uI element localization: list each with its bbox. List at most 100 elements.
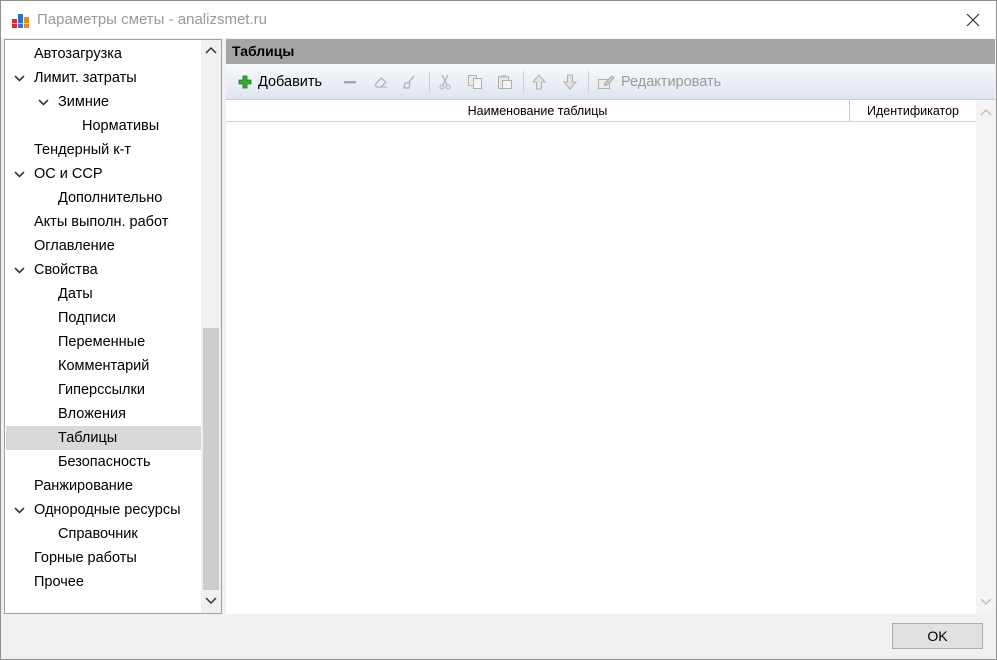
tree-item[interactable]: Таблицы — [6, 426, 202, 450]
tree-item-label: Акты выполн. работ — [34, 214, 169, 230]
move-down-button[interactable] — [563, 71, 577, 93]
tree-item-label: Дополнительно — [58, 190, 163, 206]
chevron-up-icon — [205, 46, 217, 54]
close-button[interactable] — [950, 1, 996, 38]
toolbar: Добавить Редактировать — [226, 64, 995, 100]
tree-item-label: Вложения — [58, 406, 126, 422]
edit-button[interactable]: Редактировать — [597, 71, 721, 93]
toolbar-separator — [588, 71, 589, 93]
arrow-up-icon — [532, 74, 546, 90]
title-bar: Параметры сметы - analizsmet.ru — [1, 1, 996, 38]
window-title: Параметры сметы - analizsmet.ru — [37, 11, 267, 28]
tree-item[interactable]: Зимние — [6, 90, 202, 114]
tree-item-label: Автозагрузка — [34, 46, 122, 62]
move-up-button[interactable] — [532, 71, 546, 93]
panel-title: Таблицы — [226, 39, 995, 64]
tree-item-label: ОС и ССР — [34, 166, 103, 182]
tree-item[interactable]: Горные работы — [6, 546, 202, 570]
chevron-down-icon[interactable] — [11, 258, 27, 282]
paste-icon — [498, 75, 512, 89]
chevron-down-icon[interactable] — [11, 66, 27, 90]
column-header-name[interactable]: Наименование таблицы — [226, 100, 849, 122]
grid-scrollbar[interactable] — [976, 100, 995, 614]
tree-item[interactable]: Гиперссылки — [6, 378, 202, 402]
chevron-down-icon[interactable] — [11, 162, 27, 186]
plus-icon — [238, 75, 252, 89]
chevron-down-icon — [205, 597, 217, 605]
dialog-window: Параметры сметы - analizsmet.ru Прочее Го… — [0, 0, 997, 660]
tree-item-label: Даты — [58, 286, 93, 302]
tree-item[interactable]: Лимит. затраты — [6, 66, 202, 90]
chevron-down-icon — [980, 598, 992, 606]
cut-button[interactable] — [438, 71, 452, 93]
ok-button[interactable]: OK — [892, 623, 983, 649]
tables-grid[interactable]: Наименование таблицы Идентификатор — [226, 100, 995, 614]
scissors-icon — [439, 74, 451, 90]
paste-button[interactable] — [497, 71, 513, 93]
tree-item[interactable]: Переменные — [6, 330, 202, 354]
tree-scroll-thumb[interactable] — [203, 328, 219, 590]
tree-item[interactable]: Прочее — [6, 570, 202, 594]
eraser-icon — [374, 77, 387, 88]
edit-button-label: Редактировать — [621, 74, 722, 90]
arrow-down-icon — [563, 74, 577, 90]
tree-item-label: Прочее — [34, 574, 84, 590]
tree-item-label: Горные работы — [34, 550, 137, 566]
close-icon — [966, 13, 980, 26]
tree-item[interactable]: Ранжирование — [6, 474, 202, 498]
tree-item[interactable]: Подписи — [6, 306, 202, 330]
copy-button[interactable] — [467, 71, 483, 93]
grid-header: Наименование таблицы Идентификатор — [226, 100, 976, 122]
tree-item-label: Зимние — [58, 94, 109, 110]
tree-item[interactable]: Нормативы — [6, 114, 202, 138]
scroll-down-button[interactable] — [201, 591, 221, 611]
remove-button[interactable] — [343, 71, 357, 93]
tree-item-label: Ранжирование — [34, 478, 133, 494]
tree-item-label: Справочник — [58, 526, 138, 542]
tree-item-label: Лимит. затраты — [34, 70, 137, 86]
grid-scroll-down-button[interactable] — [976, 592, 996, 612]
clear-all-button[interactable] — [402, 71, 418, 93]
tree-item[interactable]: Тендерный к-т — [6, 138, 202, 162]
tree-item[interactable]: Однородные ресурсы — [6, 498, 202, 522]
erase-button[interactable] — [373, 71, 389, 93]
tree-item-label: Комментарий — [58, 358, 150, 374]
tree-item[interactable]: Даты — [6, 282, 202, 306]
tree-item[interactable]: ОС и ССР — [6, 162, 202, 186]
tree-item-label: Гиперссылки — [58, 382, 145, 398]
grid-scroll-up-button[interactable] — [976, 102, 996, 122]
tree-item-label: Нормативы — [82, 118, 160, 134]
tree-item[interactable]: Акты выполн. работ — [6, 210, 202, 234]
tree-item[interactable]: Справочник — [6, 522, 202, 546]
tree-item-label: Оглавление — [34, 238, 115, 254]
tree-item-label: Переменные — [58, 334, 146, 350]
tree-item-label: Подписи — [58, 310, 116, 326]
toolbar-separator — [523, 71, 524, 93]
column-header-id[interactable]: Идентификатор — [850, 100, 976, 122]
tree-item[interactable]: Безопасность — [6, 450, 202, 474]
minus-icon — [344, 81, 356, 84]
tree-item-label: Таблицы — [58, 430, 118, 446]
tree-item[interactable]: Свойства — [6, 258, 202, 282]
edit-table-icon — [598, 75, 615, 89]
tree-scrollbar[interactable] — [201, 40, 221, 613]
chevron-up-icon — [980, 108, 992, 116]
app-icon — [12, 14, 29, 28]
toolbar-separator — [429, 71, 430, 93]
tree-item[interactable]: Автозагрузка — [6, 42, 202, 66]
broom-icon — [403, 75, 415, 89]
tree-item[interactable]: Вложения — [6, 402, 202, 426]
scroll-up-button[interactable] — [201, 40, 221, 60]
add-button[interactable]: Добавить — [238, 71, 322, 93]
add-button-label: Добавить — [258, 74, 323, 90]
tree-item[interactable]: Комментарий — [6, 354, 202, 378]
tree-item[interactable]: Оглавление — [6, 234, 202, 258]
tree-item-label: Безопасность — [58, 454, 151, 470]
tree-item[interactable]: Дополнительно — [6, 186, 202, 210]
chevron-down-icon[interactable] — [11, 498, 27, 522]
chevron-down-icon[interactable] — [35, 90, 51, 114]
settings-tree[interactable]: Прочее Горные работы Справочник Однородные … — [4, 39, 222, 614]
tree-item-label: Тендерный к-т — [34, 142, 132, 158]
tree-item-label: Однородные ресурсы — [34, 502, 181, 518]
copy-icon — [468, 75, 482, 89]
